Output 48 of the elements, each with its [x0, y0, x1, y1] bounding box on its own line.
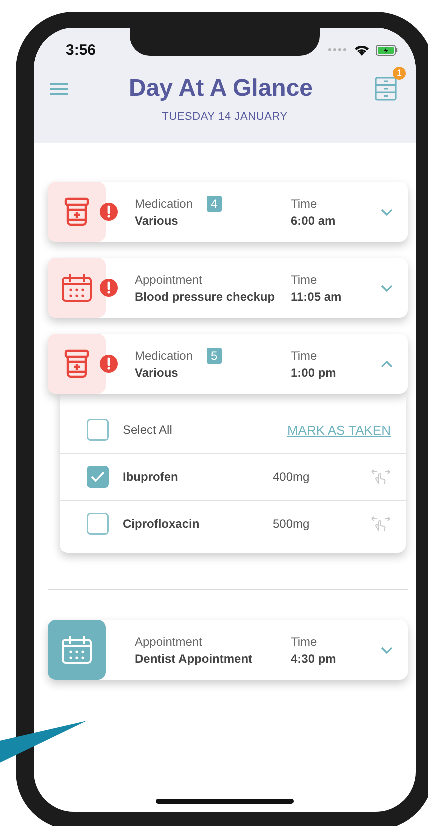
category-label: Appointment: [135, 273, 202, 287]
checkbox[interactable]: [87, 419, 109, 441]
event-name: Dentist Appointment: [135, 652, 254, 666]
calendar-icon: [61, 635, 93, 665]
calendar-icon: [61, 273, 93, 303]
date-subtitle: TUESDAY 14 JANUARY: [161, 111, 289, 123]
swipe-icon[interactable]: [371, 516, 391, 532]
menu-icon[interactable]: [50, 82, 68, 96]
chevron-down-icon[interactable]: [381, 284, 393, 292]
event-time: 6:00 am: [291, 214, 337, 228]
category-label: Appointment: [135, 635, 202, 649]
medication-dose: 400mg: [273, 470, 311, 484]
jar-icon: [64, 349, 90, 379]
checkbox[interactable]: [87, 466, 109, 488]
checkbox[interactable]: [87, 513, 109, 535]
time-label: Time: [291, 273, 318, 287]
event-name: Various: [135, 214, 180, 228]
drawer-icon[interactable]: [374, 77, 398, 101]
time-label: Time: [291, 197, 318, 211]
signal-icon: [328, 48, 348, 52]
event-time: 4:30 pm: [291, 652, 338, 666]
mark-as-taken-link[interactable]: MARK AS TAKEN: [287, 422, 391, 438]
category-label: Medication: [135, 349, 194, 363]
event-time: 1:00 pm: [291, 366, 338, 380]
count-badge: 4: [207, 196, 222, 212]
medication-name: Ciprofloxacin: [123, 517, 201, 531]
medication-name: Ibuprofen: [123, 470, 180, 484]
status-time: 3:56: [66, 42, 96, 58]
category-label: Medication: [135, 197, 194, 211]
event-name: Various: [135, 366, 180, 380]
select-all-label: Select All: [123, 423, 174, 437]
count-badge: 5: [207, 348, 222, 364]
time-label: Time: [291, 635, 318, 649]
alert-icon: [100, 203, 118, 221]
page-title: Day At A Glance: [128, 75, 314, 103]
alert-icon: [100, 355, 118, 373]
event-time: 11:05 am: [291, 290, 343, 304]
chevron-up-icon[interactable]: [381, 360, 393, 368]
wifi-icon: [354, 44, 370, 56]
alert-icon: [100, 279, 118, 297]
battery-icon: [376, 44, 398, 56]
time-label: Time: [291, 349, 318, 363]
chevron-down-icon[interactable]: [381, 208, 393, 216]
chevron-down-icon[interactable]: [381, 646, 393, 654]
event-name: Blood pressure checkup: [135, 290, 276, 304]
swipe-icon[interactable]: [371, 469, 391, 485]
medication-dose: 500mg: [273, 517, 311, 531]
jar-icon: [64, 197, 90, 227]
